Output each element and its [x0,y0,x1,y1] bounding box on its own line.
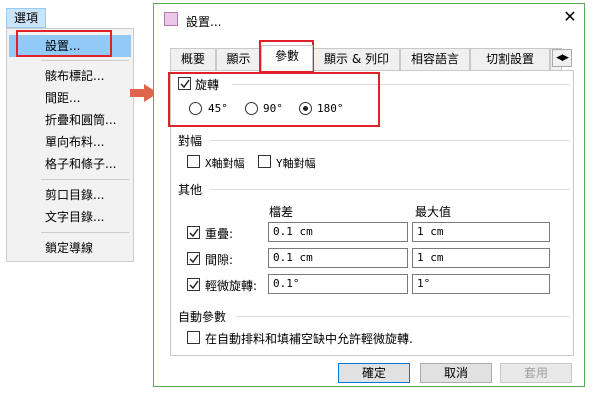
overlap-label: 重疊: [205,227,234,241]
slight-rotation-tolerance-input[interactable]: 0.1° [268,274,408,294]
tab-compat-language[interactable]: 相容語言 [400,48,470,70]
menu-item-text-list[interactable]: 文字目錄... [9,206,131,228]
options-menu: 設置... 骸布標記... 間距... 折疊和圓筒... 單向布料... 格子和… [6,28,134,262]
menu-item-marker[interactable]: 骸布標記... [9,65,131,87]
auto-params-group-label: 自動參數 [178,310,227,324]
group-divider [210,189,570,190]
rotation-highlight-box [168,72,380,127]
slight-rotation-label: 輕微旋轉: [205,279,258,293]
tab-cut-settings[interactable]: 切割設置 [470,48,550,70]
y-alignment-label: Y軸對幅 [276,157,316,170]
menu-item-fold-tube[interactable]: 折疊和圓筒... [9,109,131,131]
max-column-header: 最大值 [415,205,452,219]
overlap-tolerance-input[interactable]: 0.1 cm [268,222,408,242]
other-group-label: 其他 [178,183,203,197]
tab-parameters[interactable]: 參數 [261,45,313,71]
ok-button[interactable]: 確定 [338,363,410,383]
apply-button[interactable]: 套用 [500,363,572,383]
tab-display-print[interactable]: 顯示 & 列印 [313,48,400,70]
tab-scroll-arrows-icon[interactable]: ◀▶ [552,49,572,67]
tab-general[interactable]: 概要 [170,48,216,70]
y-alignment-checkbox[interactable] [258,155,271,168]
slight-rotation-checkbox[interactable] [187,278,200,291]
menu-item-spacing[interactable]: 間距... [9,87,131,109]
menu-separator [41,232,129,233]
checkmark-icon [189,280,199,290]
x-alignment-label: X軸對幅 [205,157,245,170]
settings-highlight-box [16,30,112,57]
menu-separator [41,179,129,180]
tolerance-column-header: 檔差 [269,205,294,219]
app-icon [164,12,178,26]
menu-item-notch-list[interactable]: 剪口目錄... [9,184,131,206]
alignment-group-label: 對幅 [178,134,203,148]
group-divider [236,316,570,317]
menu-item-fold-tube-label: 折疊和圓筒... [45,113,117,127]
gap-label: 間隙: [205,253,234,267]
checkmark-icon [189,254,199,264]
settings-dialog: 設置... ✕ 概要 顯示 參數 顯示 & 列印 相容語言 切割設置 ◀▶ 旋轉… [153,3,585,387]
slight-rotation-max-input[interactable]: 1° [412,274,550,294]
tab-display[interactable]: 顯示 [216,48,261,70]
overlap-max-input[interactable]: 1 cm [412,222,550,242]
gap-tolerance-input[interactable]: 0.1 cm [268,248,408,268]
gap-max-input[interactable]: 1 cm [412,248,550,268]
checkmark-icon [189,228,199,238]
group-divider [210,140,570,141]
cancel-button[interactable]: 取消 [420,363,492,383]
menu-separator [41,60,129,61]
dialog-title: 設置... [186,15,222,29]
overlap-checkbox[interactable] [187,226,200,239]
auto-slight-rotation-label: 在自動排料和填補空缺中允許輕微旋轉. [205,332,413,346]
menu-item-one-way-fabric[interactable]: 單向布料... [9,131,131,153]
gap-checkbox[interactable] [187,252,200,265]
menu-item-plaid-stripe[interactable]: 格子和條子... [9,153,131,175]
auto-slight-rotation-checkbox[interactable] [187,331,200,344]
close-icon[interactable]: ✕ [562,9,578,25]
menu-options-title[interactable]: 選項 [6,8,46,28]
tab-bar: 概要 顯示 參數 顯示 & 列印 相容語言 切割設置 [170,45,576,71]
menu-item-lock-guides[interactable]: 鎖定導線 [9,237,131,259]
x-alignment-checkbox[interactable] [187,155,200,168]
